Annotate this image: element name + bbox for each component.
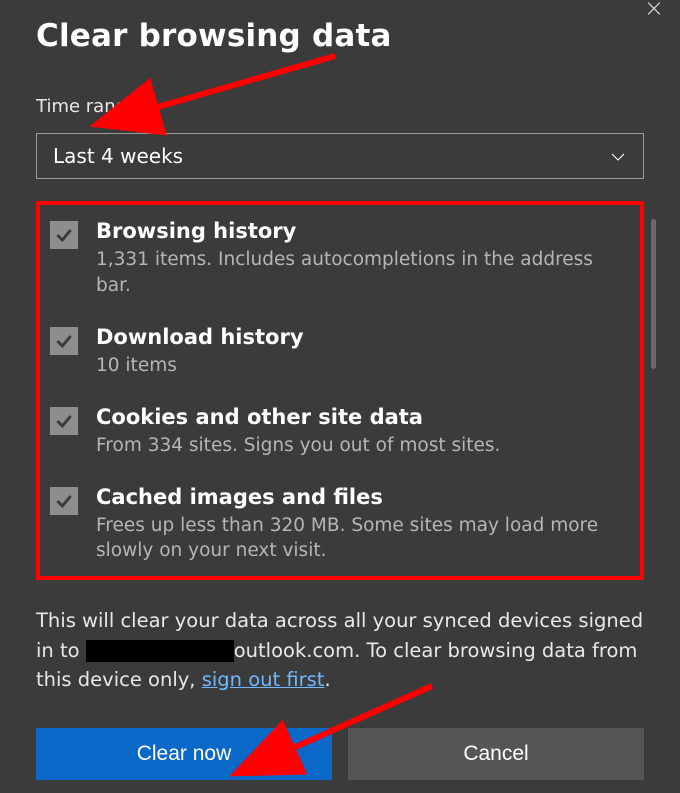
footer-text: This will clear your data across all you…	[36, 606, 644, 694]
sign-out-link[interactable]: sign out first	[202, 668, 325, 691]
time-range-label: Time range	[36, 96, 644, 117]
option-desc: Frees up less than 320 MB. Some sites ma…	[96, 513, 630, 565]
option-desc: 10 items	[96, 353, 630, 379]
checkbox-browsing-history[interactable]	[50, 221, 78, 249]
scrollbar[interactable]	[651, 219, 656, 369]
option-title: Cookies and other site data	[96, 405, 630, 429]
checkbox-cached[interactable]	[50, 487, 78, 515]
footer-email-domain: outlook.com	[234, 639, 354, 662]
checkbox-download-history[interactable]	[50, 327, 78, 355]
option-row: Cookies and other site data From 334 sit…	[50, 405, 630, 459]
footer-period: .	[324, 668, 330, 691]
option-desc: 1,331 items. Includes autocompletions in…	[96, 247, 630, 299]
option-row: Download history 10 items	[50, 325, 630, 379]
option-title: Download history	[96, 325, 630, 349]
checkbox-cookies[interactable]	[50, 407, 78, 435]
cancel-button[interactable]: Cancel	[348, 728, 644, 780]
redacted-email-local	[86, 640, 234, 662]
option-row: Cached images and files Frees up less th…	[50, 485, 630, 565]
time-range-select[interactable]: Last 4 weeks	[36, 133, 644, 179]
clear-browsing-data-dialog: × Clear browsing data Time range Last 4 …	[0, 0, 680, 793]
dialog-title: Clear browsing data	[36, 18, 644, 54]
option-title: Cached images and files	[96, 485, 630, 509]
option-desc: From 334 sites. Signs you out of most si…	[96, 433, 630, 459]
clear-now-button[interactable]: Clear now	[36, 728, 332, 780]
time-range-value: Last 4 weeks	[53, 144, 183, 168]
option-row: Browsing history 1,331 items. Includes a…	[50, 219, 630, 299]
option-title: Browsing history	[96, 219, 630, 243]
options-group-highlight: Browsing history 1,331 items. Includes a…	[36, 201, 644, 580]
chevron-down-icon	[609, 147, 627, 165]
button-row: Clear now Cancel	[36, 728, 644, 780]
close-icon[interactable]: ×	[644, 0, 664, 22]
